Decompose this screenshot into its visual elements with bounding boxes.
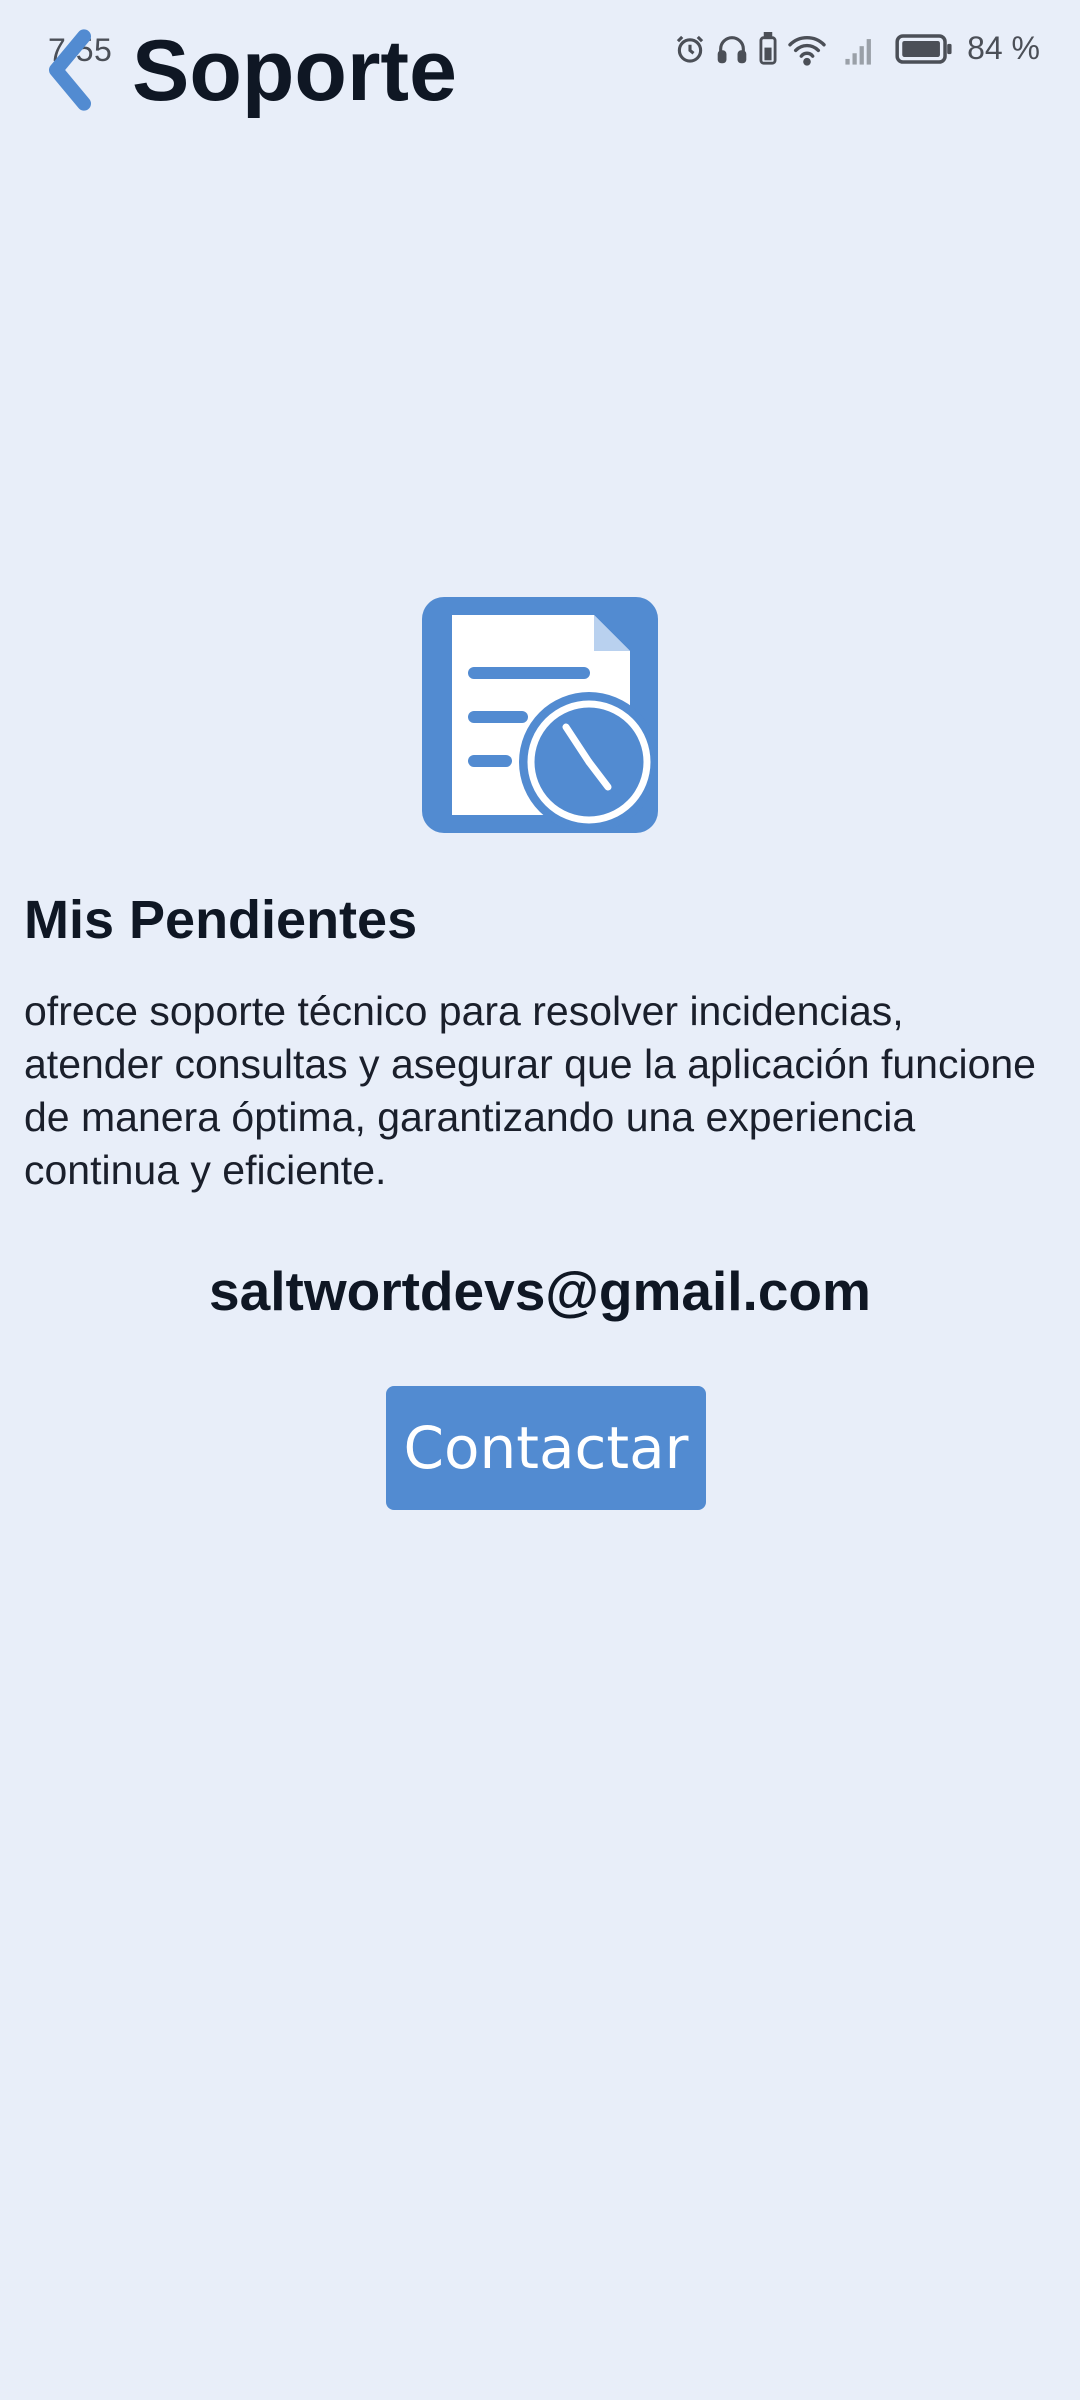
chevron-left-icon xyxy=(42,28,98,117)
app-description: ofrece soporte técnico para resolver inc… xyxy=(24,988,1036,1193)
app-name: Mis Pendientes xyxy=(24,890,418,950)
battery-percentage: 84 % xyxy=(967,30,1040,66)
contact-button[interactable]: Contactar xyxy=(386,1386,706,1510)
document-clock-icon xyxy=(422,597,659,837)
page-title: Soporte xyxy=(132,23,457,119)
alarm-icon xyxy=(673,32,707,66)
signal-icon xyxy=(843,32,879,66)
battery-saver-icon xyxy=(757,31,779,66)
headphones-icon xyxy=(715,32,749,66)
back-button[interactable] xyxy=(30,22,110,122)
battery-icon xyxy=(895,32,953,66)
status-icons: 84 % xyxy=(673,30,1040,67)
app-logo xyxy=(422,597,659,833)
support-email: saltwortdevs@gmail.com xyxy=(209,1260,871,1322)
wifi-icon xyxy=(787,32,827,66)
